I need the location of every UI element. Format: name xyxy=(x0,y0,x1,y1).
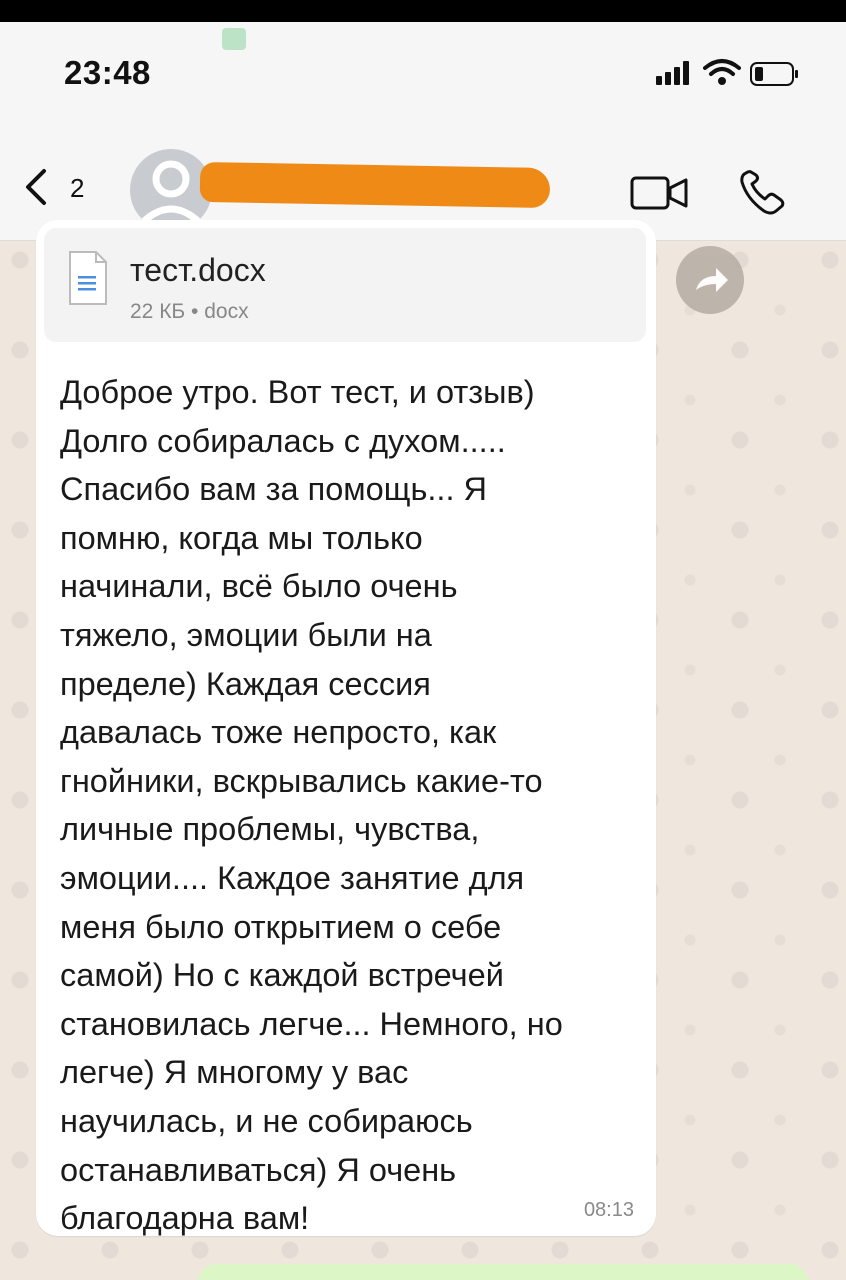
unread-count[interactable]: 2 xyxy=(70,173,84,204)
redacted-contact-name[interactable] xyxy=(199,161,551,209)
document-meta: 22 КБ • docx xyxy=(130,300,249,323)
forward-icon xyxy=(696,268,728,292)
outgoing-bubble-partial xyxy=(198,1264,808,1280)
phone-icon[interactable] xyxy=(738,169,788,217)
message-timestamp: 08:13 xyxy=(583,1199,634,1221)
status-bar: 23:48 xyxy=(0,22,846,127)
forward-button[interactable] xyxy=(676,246,744,314)
document-name: тест.docx xyxy=(130,252,266,288)
video-call-icon[interactable] xyxy=(630,175,690,211)
chat-screen: 23:48 2 тест.docx 22 КБ • docx Доброе ут… xyxy=(0,22,846,1280)
back-chevron-icon[interactable] xyxy=(22,167,52,207)
message-text: Доброе утро. Вот тест, и отзыв) Долго со… xyxy=(60,374,563,1237)
document-attachment[interactable]: тест.docx 22 КБ • docx xyxy=(44,228,646,342)
notification-indicator xyxy=(222,28,246,50)
status-time: 23:48 xyxy=(64,54,151,91)
battery-icon xyxy=(750,62,798,86)
document-icon xyxy=(69,251,107,305)
wifi-icon xyxy=(703,59,741,85)
signal-icon xyxy=(656,61,689,85)
message-bubble[interactable]: тест.docx 22 КБ • docx Доброе утро. Вот … xyxy=(36,220,656,1236)
